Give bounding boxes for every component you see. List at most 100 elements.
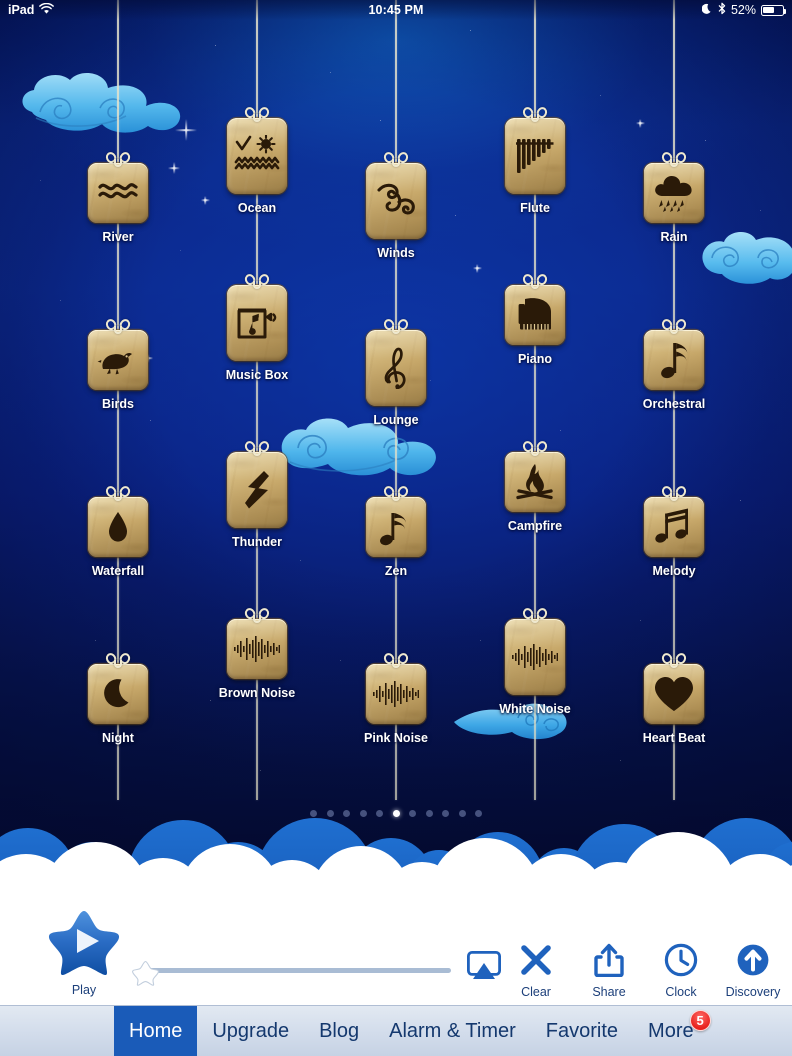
page-dot[interactable] (359, 810, 367, 817)
sound-tile-plaque[interactable] (366, 497, 426, 557)
player-control-bar: Play Clear Share Clock Discovery (0, 911, 792, 1005)
share-button[interactable]: Share (577, 943, 641, 999)
sound-tile[interactable]: Pink Noise (336, 651, 456, 745)
sound-tile[interactable]: Rain (614, 150, 734, 244)
page-dot[interactable] (310, 810, 317, 817)
bow-knot-icon (382, 317, 410, 334)
tab-home[interactable]: Home (114, 1006, 198, 1056)
sound-tile[interactable]: Thunder (197, 439, 317, 549)
page-dot[interactable] (475, 810, 482, 817)
sound-tile-label: Melody (652, 564, 696, 578)
sound-tile-plaque[interactable] (88, 497, 148, 557)
page-dot[interactable] (409, 810, 416, 817)
sound-tile-plaque[interactable] (505, 619, 565, 695)
beamed-notes-icon (655, 508, 693, 546)
sound-tile[interactable]: Waterfall (58, 484, 178, 578)
bow-knot-icon (243, 272, 271, 289)
sound-tile-label: Birds (102, 397, 134, 411)
page-dot[interactable] (425, 810, 433, 817)
tab-label: Alarm & Timer (389, 1019, 516, 1042)
sound-tile[interactable]: Piano (475, 272, 595, 366)
moon-icon (701, 3, 713, 18)
sound-tile-plaque[interactable] (227, 118, 287, 194)
clear-button[interactable]: Clear (504, 943, 568, 999)
bow-knot-icon (521, 105, 549, 122)
sound-tile-label: Ocean (237, 201, 277, 215)
page-dot[interactable] (343, 810, 350, 817)
sound-tile-plaque[interactable] (644, 163, 704, 223)
sound-tile[interactable]: Zen (336, 484, 456, 578)
app-screen: iPad 10:45 PM 52% River Birds Waterfall … (0, 0, 792, 1056)
page-dot[interactable] (442, 810, 449, 817)
sound-tile[interactable]: Campfire (475, 439, 595, 533)
tab-alarm-timer[interactable]: Alarm & Timer (374, 1006, 531, 1056)
sound-tile[interactable]: Winds (336, 150, 456, 260)
bow-knot-icon (382, 651, 410, 668)
water-drop-icon (107, 511, 129, 543)
play-button[interactable]: Play (48, 909, 120, 997)
clear-button-label: Clear (521, 985, 551, 999)
sound-tile-plaque[interactable] (366, 163, 426, 239)
sound-tile[interactable]: Heart Beat (614, 651, 734, 745)
sound-tile-plaque[interactable] (366, 330, 426, 406)
sound-tile-plaque[interactable] (505, 452, 565, 512)
music-box-icon (236, 305, 278, 341)
tab-blog[interactable]: Blog (304, 1006, 374, 1056)
volume-slider[interactable] (131, 960, 451, 986)
sound-tile-plaque[interactable] (227, 285, 287, 361)
sound-tile[interactable]: Night (58, 651, 178, 745)
arrow-up-circle-icon (736, 943, 770, 982)
sound-tile[interactable]: Brown Noise (197, 606, 317, 700)
waveform-icon (373, 681, 419, 707)
sound-tile-plaque[interactable] (505, 285, 565, 345)
bird-icon (97, 345, 139, 375)
star-handle-icon[interactable] (131, 960, 159, 991)
page-dot[interactable] (326, 810, 334, 817)
sound-tile-plaque[interactable] (88, 664, 148, 724)
waveform-icon (234, 636, 280, 662)
page-indicator[interactable] (0, 810, 792, 817)
notification-badge: 5 (689, 1010, 711, 1031)
sound-tile[interactable]: Lounge (336, 317, 456, 427)
tab-bar: Home Upgrade Blog Alarm & Timer Favorite More… (0, 1005, 792, 1056)
sound-tile[interactable]: Music Box (197, 272, 317, 382)
sound-grid: River Birds Waterfall Night Ocean Music Bo… (0, 0, 792, 800)
sound-tile[interactable]: White Noise (475, 606, 595, 716)
tab-more[interactable]: More 5 (633, 1006, 711, 1056)
clock-button-label: Clock (665, 985, 697, 999)
sound-tile-plaque[interactable] (505, 118, 565, 194)
page-dot[interactable] (376, 810, 383, 817)
sound-tile-plaque[interactable] (227, 452, 287, 528)
sound-tile[interactable]: Melody (614, 484, 734, 578)
sound-tile-plaque[interactable] (88, 330, 148, 390)
tab-label: More (648, 1019, 694, 1042)
tab-favorite[interactable]: Favorite (531, 1006, 633, 1056)
sound-tile-plaque[interactable] (644, 664, 704, 724)
piano-icon (516, 296, 554, 334)
volume-slider-track[interactable] (145, 968, 451, 973)
rain-cloud-icon (653, 174, 695, 212)
sound-tile-label: Thunder (232, 535, 282, 549)
sound-tile-plaque[interactable] (644, 497, 704, 557)
tab-upgrade[interactable]: Upgrade (197, 1006, 304, 1056)
sound-tile-plaque[interactable] (644, 330, 704, 390)
page-dot-active[interactable] (392, 810, 400, 817)
sound-tile[interactable]: Birds (58, 317, 178, 411)
status-bar: iPad 10:45 PM 52% (0, 0, 792, 20)
sound-tile-label: Campfire (507, 519, 563, 533)
page-dot[interactable] (458, 810, 466, 817)
play-star-icon (48, 909, 120, 982)
sound-tile[interactable]: Flute (475, 105, 595, 215)
sound-tile[interactable]: Orchestral (614, 317, 734, 411)
bow-knot-icon (521, 439, 549, 456)
bow-knot-icon (243, 105, 271, 122)
sound-tile-plaque[interactable] (227, 619, 287, 679)
waveform-icon (512, 644, 558, 670)
discovery-button[interactable]: Discovery (721, 943, 785, 999)
sound-tile[interactable]: Ocean (197, 105, 317, 215)
bow-knot-icon (243, 606, 271, 623)
sound-tile-plaque[interactable] (88, 163, 148, 223)
sound-tile[interactable]: River (58, 150, 178, 244)
clock-button[interactable]: Clock (649, 943, 713, 999)
sound-tile-plaque[interactable] (366, 664, 426, 724)
